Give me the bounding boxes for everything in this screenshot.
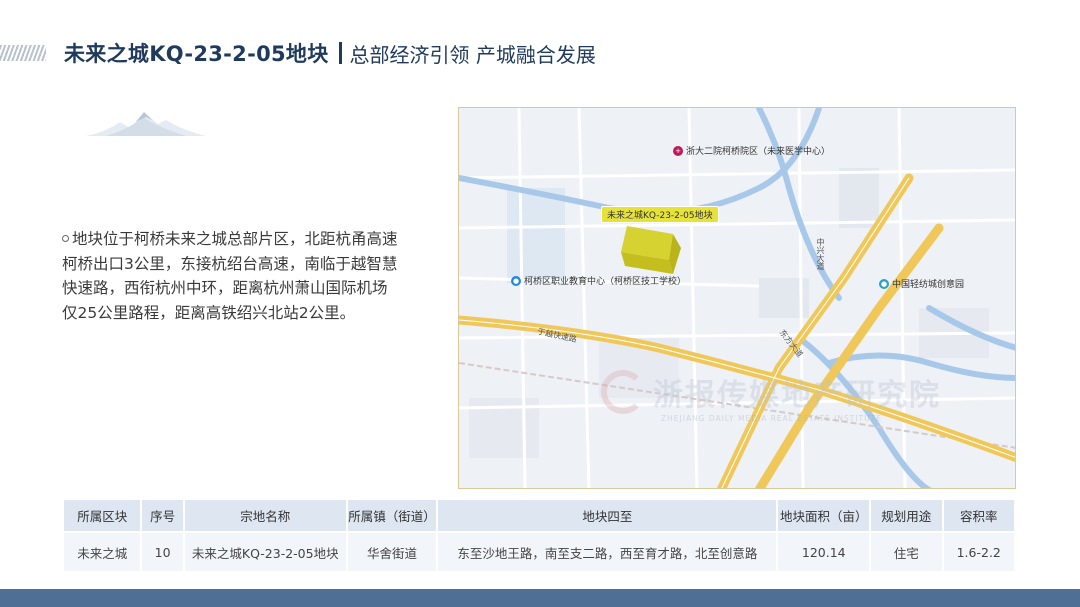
table-header: 地块四至 bbox=[438, 500, 777, 531]
table-header: 地块面积（亩） bbox=[778, 500, 870, 531]
poi-school-label: 柯桥区职业教育中心（柯桥区技工学校） bbox=[524, 277, 687, 287]
table-cell: 东至沙地王路，南至支二路，西至育才路，北至创意路 bbox=[438, 533, 777, 571]
bullet-icon bbox=[62, 235, 69, 242]
footer-bar bbox=[0, 589, 1080, 607]
table-cell: 120.14 bbox=[778, 533, 870, 571]
hospital-pin-icon: + bbox=[673, 145, 683, 156]
school-pin-icon: ● bbox=[511, 275, 521, 286]
land-info-table: 所属区块 序号 宗地名称 所属镇（街道） 地块四至 地块面积（亩） 规划用途 容… bbox=[62, 498, 1016, 573]
map-watermark: 浙报传媒地产研究院 ZHEJIANG DAILY MEDIA REAL ESTA… bbox=[601, 370, 941, 423]
description-text: 地块位于柯桥未来之城总部片区，北距杭甬高速柯桥出口3公里，东接杭绍台高速，南临于… bbox=[62, 230, 398, 322]
location-description: 地块位于柯桥未来之城总部片区，北距杭甬高速柯桥出口3公里，东接杭绍台高速，南临于… bbox=[62, 227, 400, 325]
table-header: 规划用途 bbox=[871, 500, 942, 531]
table-cell: 10 bbox=[142, 533, 183, 571]
page-title: 未来之城KQ-23-2-05地块 总部经济引领 产城融合发展 bbox=[64, 36, 596, 70]
poi-hospital-label: 浙大二院柯桥院区（未来医学中心） bbox=[686, 147, 831, 157]
table-cell: 未来之城KQ-23-2-05地块 bbox=[184, 533, 346, 571]
plot-label: 未来之城KQ-23-2-05地块 bbox=[601, 206, 719, 223]
title-subtitle: 总部经济引领 产城融合发展 bbox=[349, 42, 596, 67]
map-base bbox=[459, 108, 1015, 488]
poi-hospital: + 浙大二院柯桥院区（未来医学中心） bbox=[673, 144, 830, 157]
title-main: 未来之城KQ-23-2-05地块 bbox=[64, 42, 329, 66]
mountain-decoration bbox=[86, 112, 206, 136]
poi-textile: ● 中国轻纺城创意园 bbox=[879, 277, 964, 290]
road-label-zhongxing: 中兴大道 bbox=[816, 238, 825, 270]
header-decoration bbox=[0, 45, 46, 61]
location-map: 未来之城KQ-23-2-05地块 + 浙大二院柯桥院区（未来医学中心） ● 柯桥… bbox=[458, 107, 1016, 489]
table-header: 序号 bbox=[142, 500, 183, 531]
watermark-logo-icon bbox=[601, 370, 645, 414]
textile-pin-icon: ● bbox=[879, 278, 889, 289]
table-cell: 未来之城 bbox=[64, 533, 141, 571]
watermark-subtext: ZHEJIANG DAILY MEDIA REAL ESTATE INSTITU… bbox=[661, 414, 882, 423]
poi-textile-label: 中国轻纺城创意园 bbox=[892, 280, 965, 290]
title-separator bbox=[338, 42, 342, 64]
table-header: 所属镇（街道） bbox=[347, 500, 437, 531]
table-header-row: 所属区块 序号 宗地名称 所属镇（街道） 地块四至 地块面积（亩） 规划用途 容… bbox=[64, 500, 1014, 531]
watermark-text: 浙报传媒地产研究院 bbox=[653, 378, 941, 413]
table-header: 所属区块 bbox=[64, 500, 141, 531]
table-header: 容积率 bbox=[943, 500, 1014, 531]
table-cell: 住宅 bbox=[871, 533, 942, 571]
table-header: 宗地名称 bbox=[184, 500, 346, 531]
table-cell: 华舍街道 bbox=[347, 533, 437, 571]
poi-school: ● 柯桥区职业教育中心（柯桥区技工学校） bbox=[511, 274, 686, 287]
table-cell: 1.6-2.2 bbox=[943, 533, 1014, 571]
table-row: 未来之城 10 未来之城KQ-23-2-05地块 华舍街道 东至沙地王路，南至支… bbox=[64, 533, 1014, 571]
